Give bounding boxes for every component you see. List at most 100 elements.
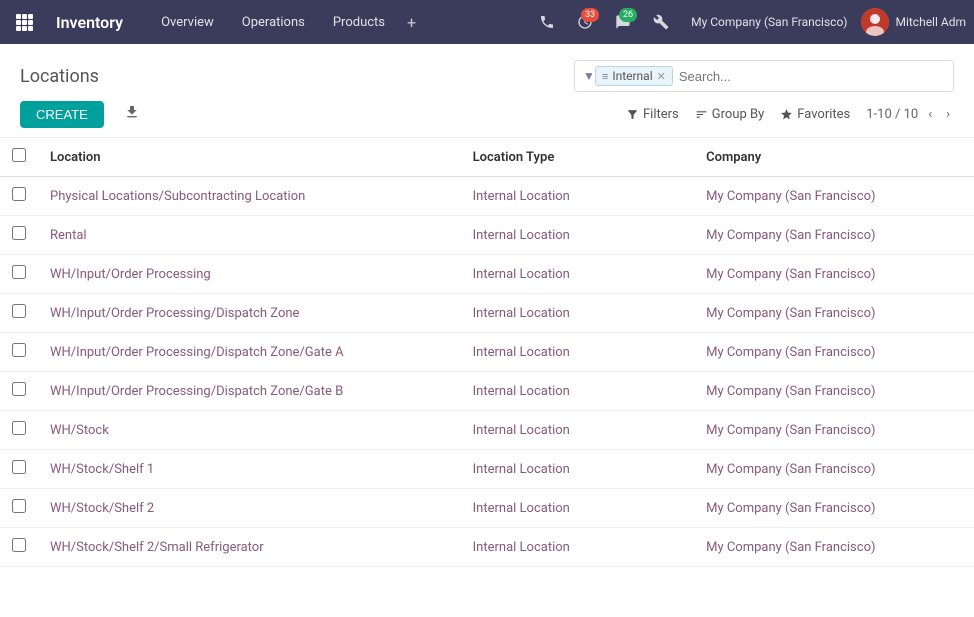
company-value: My Company (San Francisco) xyxy=(706,384,875,399)
company-name[interactable]: My Company (San Francisco) xyxy=(683,11,855,33)
location-cell: WH/Input/Order Processing xyxy=(38,255,461,294)
filter-tag-label: Internal xyxy=(612,69,652,83)
nav-add-menu[interactable]: + xyxy=(399,9,424,36)
company-value: My Company (San Francisco) xyxy=(706,189,875,204)
location-link[interactable]: WH/Input/Order Processing/Dispatch Zone/… xyxy=(50,345,344,360)
company-cell: My Company (San Francisco) xyxy=(694,177,974,216)
company-column-header[interactable]: Company xyxy=(694,138,974,177)
row-checkbox-cell[interactable] xyxy=(0,216,38,255)
row-checkbox[interactable] xyxy=(12,226,26,240)
location-link[interactable]: WH/Input/Order Processing/Dispatch Zone xyxy=(50,306,299,321)
location-type-cell: Internal Location xyxy=(461,372,694,411)
location-cell: WH/Stock/Shelf 2 xyxy=(38,489,461,528)
row-checkbox[interactable] xyxy=(12,343,26,357)
next-page-button[interactable]: › xyxy=(942,105,954,124)
search-input[interactable] xyxy=(679,69,945,84)
table-row: Physical Locations/Subcontracting Locati… xyxy=(0,177,974,216)
location-link[interactable]: WH/Stock/Shelf 2 xyxy=(50,501,154,516)
location-type-cell: Internal Location xyxy=(461,255,694,294)
location-link[interactable]: Rental xyxy=(50,228,87,243)
select-all-checkbox[interactable] xyxy=(12,148,26,162)
nav-right-section: 33 26 My Company (San Francisco) Mitchel… xyxy=(531,6,966,38)
select-all-header[interactable] xyxy=(0,138,38,177)
chat-icon[interactable]: 26 xyxy=(607,6,639,38)
phone-icon[interactable] xyxy=(531,6,563,38)
company-cell: My Company (San Francisco) xyxy=(694,255,974,294)
company-value: My Company (San Francisco) xyxy=(706,267,875,282)
row-checkbox[interactable] xyxy=(12,421,26,435)
company-value: My Company (San Francisco) xyxy=(706,306,875,321)
location-type-value: Internal Location xyxy=(473,384,570,399)
location-link[interactable]: WH/Stock/Shelf 1 xyxy=(50,462,154,477)
create-button[interactable]: CREATE xyxy=(20,101,104,128)
row-checkbox[interactable] xyxy=(12,499,26,513)
location-type-column-header[interactable]: Location Type xyxy=(461,138,694,177)
avatar[interactable] xyxy=(861,8,889,36)
table-row: WH/Input/Order Processing/Dispatch Zone/… xyxy=(0,333,974,372)
row-checkbox-cell[interactable] xyxy=(0,450,38,489)
prev-page-button[interactable]: ‹ xyxy=(924,105,936,124)
row-checkbox[interactable] xyxy=(12,382,26,396)
user-name[interactable]: Mitchell Adm xyxy=(895,15,966,29)
location-type-value: Internal Location xyxy=(473,501,570,516)
timer-icon[interactable]: 33 xyxy=(569,6,601,38)
location-type-value: Internal Location xyxy=(473,228,570,243)
download-button[interactable] xyxy=(116,100,148,129)
row-checkbox-cell[interactable] xyxy=(0,411,38,450)
row-checkbox[interactable] xyxy=(12,304,26,318)
groupby-button[interactable]: Group By xyxy=(695,107,765,122)
location-link[interactable]: WH/Input/Order Processing xyxy=(50,267,211,282)
table-row: WH/Input/Order Processing/Dispatch Zone/… xyxy=(0,372,974,411)
row-checkbox-cell[interactable] xyxy=(0,333,38,372)
location-type-value: Internal Location xyxy=(473,189,570,204)
row-checkbox[interactable] xyxy=(12,538,26,552)
pagination: 1-10 / 10 ‹ › xyxy=(866,105,954,124)
toolbar: CREATE Filters Group By Favorites 1-10 /… xyxy=(0,92,974,138)
location-column-header[interactable]: Location xyxy=(38,138,461,177)
table-header-row: Location Location Type Company xyxy=(0,138,974,177)
location-link[interactable]: WH/Stock/Shelf 2/Small Refrigerator xyxy=(50,540,264,555)
favorites-label: Favorites xyxy=(797,107,850,122)
location-cell: WH/Input/Order Processing/Dispatch Zone xyxy=(38,294,461,333)
search-bar: ▼ ≡ Internal ✕ xyxy=(574,60,954,92)
row-checkbox[interactable] xyxy=(12,460,26,474)
location-link[interactable]: WH/Stock xyxy=(50,423,109,438)
nav-menu: Overview Operations Products + xyxy=(147,9,424,36)
row-checkbox-cell[interactable] xyxy=(0,294,38,333)
location-cell: WH/Stock/Shelf 1 xyxy=(38,450,461,489)
company-value: My Company (San Francisco) xyxy=(706,228,875,243)
filter-tag-icon: ≡ xyxy=(602,70,608,83)
row-checkbox-cell[interactable] xyxy=(0,528,38,567)
nav-overview[interactable]: Overview xyxy=(147,9,228,36)
main-content: Locations ▼ ≡ Internal ✕ CREATE Filters xyxy=(0,44,974,617)
row-checkbox-cell[interactable] xyxy=(0,489,38,528)
row-checkbox-cell[interactable] xyxy=(0,177,38,216)
filters-button[interactable]: Filters xyxy=(626,107,679,122)
location-link[interactable]: WH/Input/Order Processing/Dispatch Zone/… xyxy=(50,384,343,399)
location-type-cell: Internal Location xyxy=(461,177,694,216)
row-checkbox[interactable] xyxy=(12,187,26,201)
row-checkbox[interactable] xyxy=(12,265,26,279)
groupby-label: Group By xyxy=(712,107,765,122)
table-row: WH/Input/Order Processing Internal Locat… xyxy=(0,255,974,294)
table-row: WH/Input/Order Processing/Dispatch Zone … xyxy=(0,294,974,333)
settings-icon[interactable] xyxy=(645,6,677,38)
timer-badge: 33 xyxy=(581,8,599,22)
location-cell: Rental xyxy=(38,216,461,255)
location-link[interactable]: Physical Locations/Subcontracting Locati… xyxy=(50,189,305,204)
remove-filter-icon[interactable]: ✕ xyxy=(657,70,666,83)
row-checkbox-cell[interactable] xyxy=(0,372,38,411)
row-checkbox-cell[interactable] xyxy=(0,255,38,294)
company-value: My Company (San Francisco) xyxy=(706,423,875,438)
search-funnel-icon: ▼ xyxy=(583,69,595,83)
top-navbar: Inventory Overview Operations Products +… xyxy=(0,0,974,44)
nav-products[interactable]: Products xyxy=(319,9,399,36)
location-type-value: Internal Location xyxy=(473,306,570,321)
favorites-button[interactable]: Favorites xyxy=(780,107,850,122)
nav-operations[interactable]: Operations xyxy=(228,9,319,36)
grid-menu-icon[interactable] xyxy=(8,6,40,38)
location-type-value: Internal Location xyxy=(473,540,570,555)
toolbar-right: Filters Group By Favorites 1-10 / 10 ‹ › xyxy=(626,105,954,124)
table-row: WH/Stock/Shelf 2/Small Refrigerator Inte… xyxy=(0,528,974,567)
location-type-value: Internal Location xyxy=(473,423,570,438)
